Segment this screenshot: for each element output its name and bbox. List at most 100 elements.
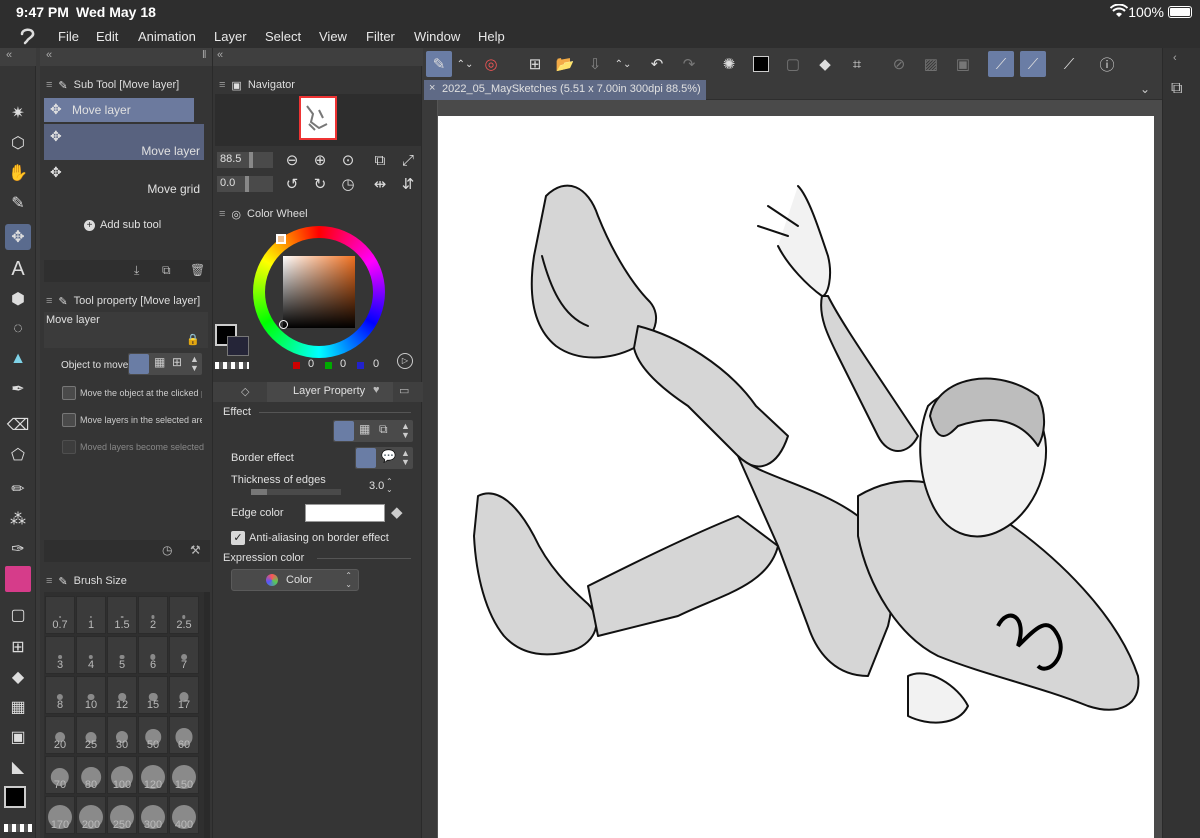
3d-object-icon[interactable]: ⬢ [5, 286, 31, 312]
spinner-icon[interactable]: ▲ ▼ [401, 422, 410, 440]
brush-size-cell[interactable]: 30 [107, 716, 137, 754]
brush-size-cell[interactable]: 250 [107, 796, 137, 834]
lock-icon[interactable]: 🔒 [186, 333, 200, 346]
brush-size-cell[interactable]: 80 [76, 756, 106, 794]
brush-size-cell[interactable]: 120 [138, 756, 168, 794]
brush-size-cell[interactable]: 8 [45, 676, 75, 714]
subtool-item-move-grid[interactable]: ✥ Move grid [44, 162, 204, 196]
text-tool-icon[interactable]: A [5, 256, 31, 282]
decoration-icon[interactable]: ✑ [5, 536, 31, 562]
collapse-icon[interactable]: « [6, 49, 12, 61]
add-subtool-button[interactable]: + Add sub tool [84, 219, 204, 235]
eraser-icon[interactable]: ⌫ [5, 412, 31, 438]
brush-size-cell[interactable]: 1.5 [107, 596, 137, 634]
rotate-field[interactable]: 0.0 [217, 176, 273, 192]
rotate-right-icon[interactable]: ↻ [307, 171, 333, 197]
decoration-brush-icon[interactable] [5, 566, 31, 592]
fit-window-icon[interactable]: ⤢ [395, 147, 421, 173]
open-folder-icon[interactable]: 📂 [552, 51, 578, 77]
subtool-item-move-layer[interactable]: ✥ Move layer [44, 124, 204, 160]
brush-size-cell[interactable]: 3 [45, 636, 75, 674]
pen-icon[interactable]: ✒ [5, 376, 31, 402]
zoom-out-icon[interactable]: ⊖ [279, 147, 305, 173]
brush-size-cell[interactable]: 170 [45, 796, 75, 834]
expand-icon[interactable]: ‖ [202, 49, 207, 61]
brush-size-cell[interactable]: 50 [138, 716, 168, 754]
redo-icon[interactable]: ↷ [676, 51, 702, 77]
brush-size-cell[interactable]: 20 [45, 716, 75, 754]
frame-icon[interactable]: ▦ [5, 694, 31, 720]
airbrush-icon[interactable]: ⁂ [5, 506, 31, 532]
brush-size-cell[interactable]: 300 [138, 796, 168, 834]
brush-size-cell[interactable]: 150 [169, 756, 199, 794]
pencil-icon[interactable]: ✏ [5, 476, 31, 502]
deselect-icon[interactable]: ⊘ [886, 51, 912, 77]
grid-mode-icon[interactable]: ⊞ [172, 355, 182, 369]
transparent-icon[interactable]: ▢ [780, 51, 806, 77]
snap-ruler-icon[interactable]: ⟋ [988, 51, 1014, 77]
material-icon[interactable]: ▭ [399, 384, 409, 397]
lasso-icon[interactable]: ◌ [5, 316, 31, 342]
thickness-slider[interactable] [251, 489, 341, 495]
ruler-icon[interactable]: ⊞ [5, 634, 31, 660]
fit-icon[interactable]: ⊙ [335, 147, 361, 173]
brush-size-cell[interactable]: 400 [169, 796, 199, 834]
effect-copy-icon[interactable]: ⧉ [379, 422, 388, 437]
drawing-canvas[interactable] [438, 116, 1154, 838]
main-color-swatch[interactable] [4, 786, 26, 808]
menu-icon[interactable]: ≡ [219, 208, 225, 220]
color-settings-icon[interactable]: ▷ [397, 353, 413, 369]
zoom-slider-knob[interactable] [249, 152, 253, 168]
selection-border-icon[interactable]: ▣ [950, 51, 976, 77]
app-logo-icon[interactable] [18, 26, 38, 46]
menu-icon[interactable]: ≡ [46, 295, 52, 307]
color-picker-marker[interactable] [279, 320, 288, 329]
layer-select-icon[interactable]: ✎ [426, 51, 452, 77]
sub-color-swatch[interactable] [227, 336, 249, 356]
reset-icon[interactable]: ◷ [162, 543, 172, 557]
subtool-header[interactable]: ✥ Move layer [44, 98, 194, 122]
trash-icon[interactable]: 🗑 [190, 263, 205, 277]
chevron-down-icon[interactable]: ⌄ [1140, 82, 1150, 96]
effect-none-icon[interactable] [334, 421, 354, 441]
brush-size-cell[interactable]: 17 [169, 676, 199, 714]
flip-horizontal-icon[interactable]: ⇹ [367, 171, 393, 197]
hand-icon[interactable]: ✋ [5, 160, 31, 186]
brush-size-cell[interactable]: 1 [76, 596, 106, 634]
saturation-value-square[interactable] [283, 256, 355, 328]
heart-icon[interactable]: ♥ [373, 384, 380, 396]
menu-filter[interactable]: Filter [366, 29, 395, 44]
brush-size-cell[interactable]: 15 [138, 676, 168, 714]
menu-icon[interactable]: ≡ [46, 79, 52, 91]
transparent-swatch[interactable] [215, 362, 249, 369]
eyedropper-icon[interactable]: ✎ [5, 190, 31, 216]
expression-color-select[interactable]: Color ⌃ ⌄ [231, 569, 359, 591]
lasso-layer-icon[interactable]: ⬡ [5, 130, 31, 156]
brush-size-cell[interactable]: 0.7 [45, 596, 75, 634]
navigator-preview[interactable] [215, 94, 421, 146]
menu-help[interactable]: Help [478, 29, 505, 44]
brush-size-cell[interactable]: 200 [76, 796, 106, 834]
transform-icon[interactable]: ⌗ [844, 51, 870, 77]
brush-size-cell[interactable]: 12 [107, 676, 137, 714]
antialias-checkbox[interactable]: ✓ [231, 531, 245, 545]
spinner-icon[interactable]: ⌃⌄ [452, 51, 478, 77]
collapse-icon[interactable]: « [46, 49, 52, 61]
option-checkbox[interactable] [62, 413, 76, 427]
flip-vertical-icon[interactable]: ⇵ [395, 171, 421, 197]
quick-access-icon[interactable]: ◎ [478, 51, 504, 77]
invert-selection-icon[interactable]: ▨ [918, 51, 944, 77]
layer-mode-icon[interactable] [129, 354, 149, 374]
spinner-icon[interactable]: ⌃⌄ [610, 51, 636, 77]
border-effect-on-icon[interactable] [356, 448, 376, 468]
snap-special-ruler-icon[interactable]: ⟋ [1020, 51, 1046, 77]
spinner-icon[interactable]: ▲ ▼ [190, 355, 199, 373]
snap-grid-icon[interactable]: ⟋ [1056, 51, 1082, 77]
gradient-icon[interactable]: ▣ [5, 724, 31, 750]
hue-ring[interactable] [253, 226, 385, 358]
option-checkbox[interactable] [62, 386, 76, 400]
menu-icon[interactable]: ≡ [46, 575, 52, 587]
help-icon[interactable]: ⓘ [1094, 51, 1120, 77]
fill-icon[interactable]: ◆ [5, 664, 31, 690]
import-icon[interactable]: ⤓ [134, 263, 139, 278]
